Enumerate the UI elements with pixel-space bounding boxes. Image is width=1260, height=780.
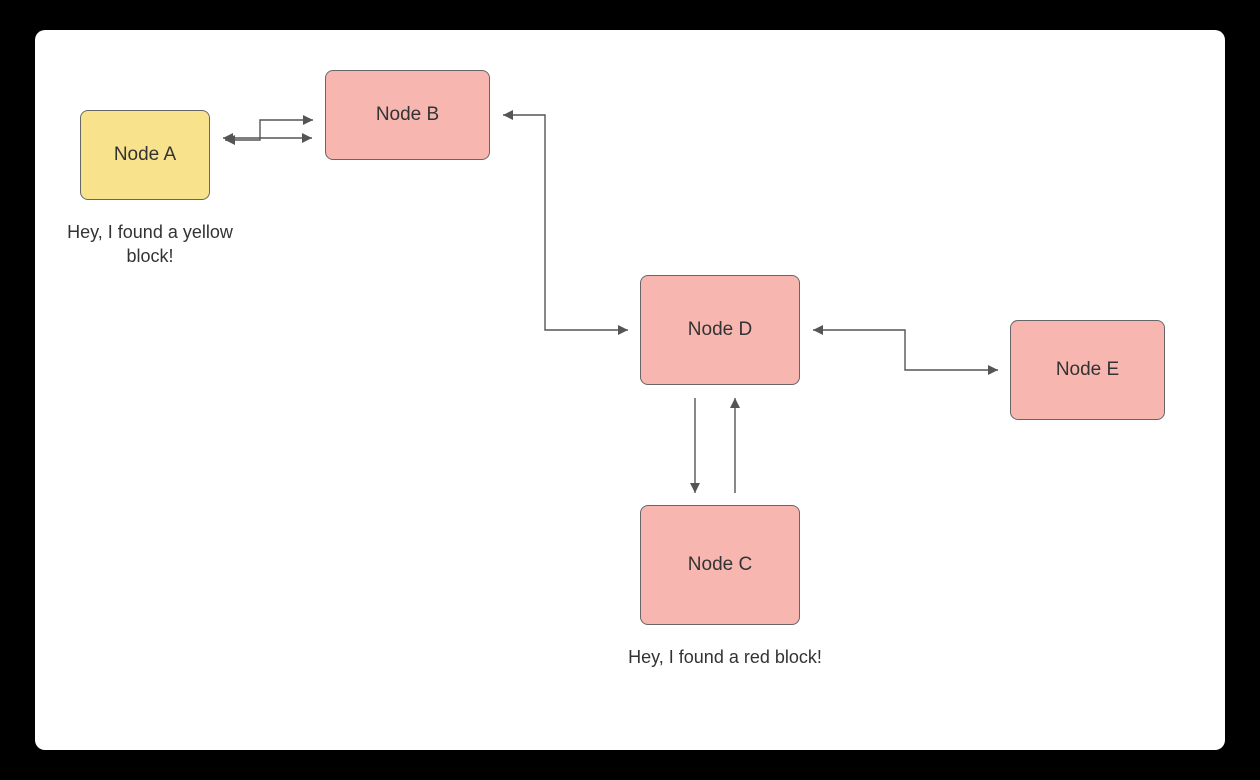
- caption-node-a: Hey, I found a yellow block!: [50, 220, 250, 269]
- edge-de: [813, 325, 998, 375]
- node-b-label: Node B: [376, 104, 439, 126]
- node-a-label: Node A: [114, 144, 176, 166]
- node-d[interactable]: Node D: [640, 275, 800, 385]
- node-e[interactable]: Node E: [1010, 320, 1165, 420]
- node-a[interactable]: Node A: [80, 110, 210, 200]
- caption-node-c: Hey, I found a red block!: [625, 645, 825, 669]
- diagram-canvas: Node A Node B Node D Node E Node C Hey, …: [35, 30, 1225, 750]
- edge-a-b-route: [223, 115, 312, 148]
- node-b[interactable]: Node B: [325, 70, 490, 160]
- edge-ab: [225, 115, 313, 145]
- node-c[interactable]: Node C: [640, 505, 800, 625]
- edge-dc: [690, 398, 740, 493]
- edge-bd: [503, 110, 628, 335]
- node-e-label: Node E: [1056, 359, 1119, 381]
- node-c-label: Node C: [688, 554, 752, 576]
- edge-a-b: [223, 122, 312, 143]
- node-d-label: Node D: [688, 319, 752, 341]
